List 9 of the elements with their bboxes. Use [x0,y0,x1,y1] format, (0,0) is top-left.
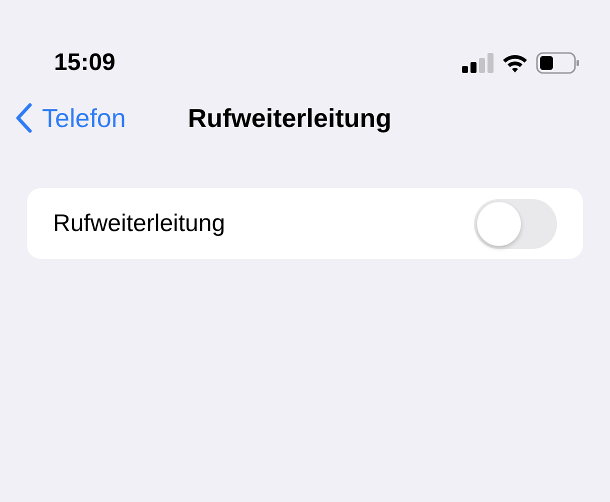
page-title: Rufweiterleitung [188,102,392,134]
status-time: 15:09 [54,48,116,78]
signal-icon [462,53,494,73]
battery-icon [536,52,580,74]
back-button[interactable]: Telefon [14,98,126,138]
toggle-switch[interactable] [474,198,557,248]
back-chevron-icon [14,102,34,134]
wifi-icon [502,53,528,73]
setting-label: Rufweiterleitung [53,208,226,238]
